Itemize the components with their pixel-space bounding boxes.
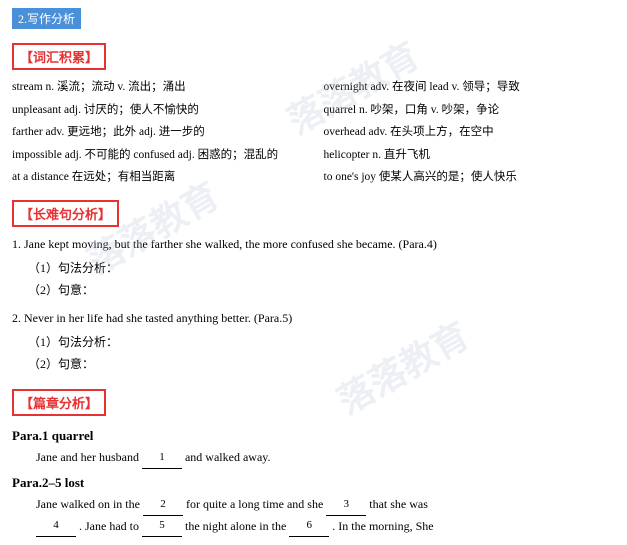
sub-item-1-1: （1）句法分析： (28, 258, 615, 280)
vocab-left-3: farther adv. 更远地；此外 adj. 进一步的 (12, 123, 304, 143)
para-25-section: Para.2–5 lost Jane walked on in the 2 fo… (12, 475, 615, 537)
para-1-blank-1[interactable]: 1 (142, 448, 182, 469)
para-1-text-after: and walked away. (185, 450, 271, 464)
sentence-number-2: 2. (12, 311, 21, 325)
vocab-right-1: overnight adv. 在夜间 lead v. 领导；导致 (324, 78, 616, 98)
para-25-heading: Para.2–5 lost (12, 475, 615, 491)
sub-item-1-2: （2）句意： (28, 280, 615, 302)
vocab-title: 【词汇积累】 (12, 43, 106, 70)
vocab-left-2: unpleasant adj. 讨厌的；使人不愉快的 (12, 101, 304, 121)
sub1-label-2: （1）句法分析： (28, 335, 118, 349)
sentence-text-1: 1. Jane kept moving, but the farther she… (12, 235, 615, 254)
sub1-label-1: （1）句法分析： (28, 261, 118, 275)
para-analysis-title: 【篇章分析】 (12, 389, 106, 416)
long-sentence-title: 【长难句分析】 (12, 200, 119, 227)
para-25-body: Jane walked on in the 2 for quite a long… (36, 494, 615, 537)
para-25-text-3: that she was (369, 497, 428, 511)
para-25-blank-5[interactable]: 5 (142, 516, 182, 537)
vocab-left-5: at a distance 在远处；有相当距离 (12, 168, 304, 188)
para-25-text-2: for quite a long time and she (186, 497, 323, 511)
vocab-right-2: quarrel n. 吵架，口角 v. 吵架，争论 (324, 101, 616, 121)
long-sentence-section: 【长难句分析】 1. Jane kept moving, but the far… (12, 194, 615, 376)
header-tag: 2.写作分析 (12, 8, 81, 29)
sub-item-2-1: （1）句法分析： (28, 332, 615, 354)
para-25-blank-3[interactable]: 3 (326, 495, 366, 516)
vocab-right-5: to one's joy 使某人高兴的是；使人快乐 (324, 168, 616, 188)
para-1-body: Jane and her husband 1 and walked away. (36, 447, 615, 469)
sentence-number-1: 1. (12, 237, 21, 251)
sentence-item-2: 2. Never in her life had she tasted anyt… (12, 309, 615, 375)
para-1-section: Para.1 quarrel Jane and her husband 1 an… (12, 428, 615, 469)
para-1-heading: Para.1 quarrel (12, 428, 615, 444)
vocab-right-3: overhead adv. 在头项上方，在空中 (324, 123, 616, 143)
sentence-text-2: 2. Never in her life had she tasted anyt… (12, 309, 615, 328)
vocab-left-4: impossible adj. 不可能的 confused adj. 困惑的；混… (12, 146, 304, 166)
sentence-content-1: Jane kept moving, but the farther she wa… (24, 237, 437, 251)
sub-item-2-2: （2）句意： (28, 354, 615, 376)
para-analysis-section: 【篇章分析】 Para.1 quarrel Jane and her husba… (12, 383, 615, 537)
para-25-text-1: Jane walked on in the (36, 497, 140, 511)
sub2-label-2: （2）句意： (28, 357, 94, 371)
para-1-text-before: Jane and her husband (36, 450, 139, 464)
sentence-content-2: Never in her life had she tasted anythin… (24, 311, 292, 325)
vocab-right-4: helicopter n. 直升飞机 (324, 146, 616, 166)
vocab-grid: stream n. 溪流；流动 v. 流出；涌出 overnight adv. … (12, 78, 615, 188)
para-25-blank-4[interactable]: 4 (36, 516, 76, 537)
vocab-section: 【词汇积累】 stream n. 溪流；流动 v. 流出；涌出 overnigh… (12, 37, 615, 188)
sub2-label-1: （2）句意： (28, 283, 94, 297)
para-25-blank-6[interactable]: 6 (289, 516, 329, 537)
sentence-item-1: 1. Jane kept moving, but the farther she… (12, 235, 615, 301)
para-25-blank-2[interactable]: 2 (143, 495, 183, 516)
vocab-left-1: stream n. 溪流；流动 v. 流出；涌出 (12, 78, 304, 98)
